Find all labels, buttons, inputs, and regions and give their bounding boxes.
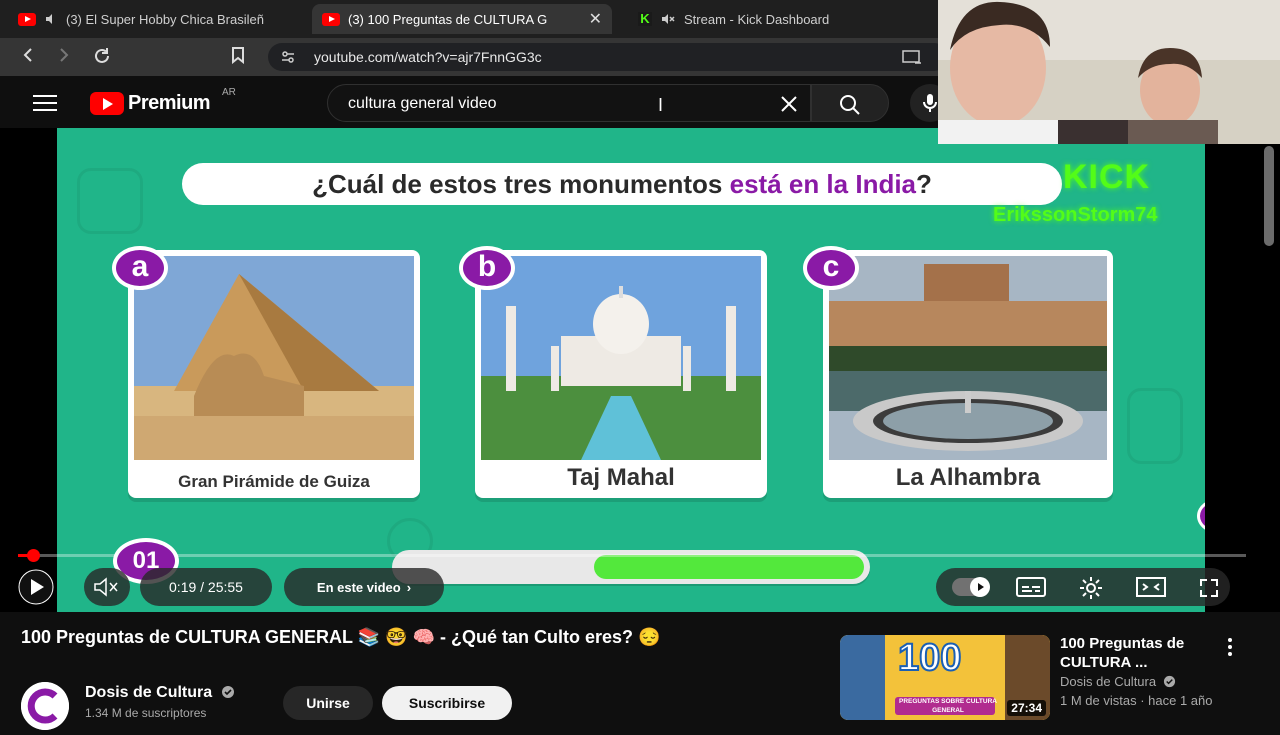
back-icon[interactable] (20, 46, 36, 69)
thumbnail-caption: PREGUNTAS SOBRE CULTURA GENERAL (899, 698, 997, 714)
text-cursor-icon: I (658, 95, 664, 115)
fullscreen-icon[interactable] (1198, 577, 1220, 599)
pyramid-image (134, 256, 414, 460)
question-highlight: está en la India (729, 169, 917, 199)
browser-tab-3[interactable]: K Stream - Kick Dashboard (628, 4, 928, 34)
recommended-channel[interactable]: Dosis de Cultura (1060, 674, 1176, 689)
kick-icon: K (638, 12, 652, 26)
question-suffix: ? (916, 169, 932, 199)
microphone-icon (923, 94, 937, 112)
theater-mode-icon[interactable] (1136, 577, 1166, 597)
browser-tab-2[interactable]: (3) 100 Preguntas de CULTURA G ✕ (312, 4, 612, 34)
forward-icon[interactable] (56, 46, 72, 69)
bookmark-icon[interactable] (230, 46, 246, 70)
youtube-icon (322, 12, 340, 26)
option-badge-a: a (112, 246, 168, 290)
recommended-meta: 1 M de vistas · hace 1 año (1060, 693, 1213, 708)
volume-muted-icon (94, 577, 118, 597)
answer-caption: Gran Pirámide de Guiza (178, 472, 370, 491)
quiz-timer-fill (593, 555, 864, 579)
kick-overlay-logo: KICK (1063, 158, 1151, 196)
answer-caption: Taj Mahal (567, 464, 675, 491)
tab-label: (3) El Super Hobby Chica Brasileñ (66, 11, 264, 27)
subscribe-button[interactable]: Suscribirse (382, 686, 512, 720)
autoplay-toggle[interactable] (952, 577, 990, 597)
search-button[interactable] (811, 84, 889, 122)
time-text: 0:19 / 25:55 (169, 579, 243, 595)
video-info: 100 Preguntas de CULTURA GENERAL 📚 🤓 🧠 -… (0, 612, 1280, 730)
browser-tab-1[interactable]: (3) El Super Hobby Chica Brasileñ (8, 4, 308, 34)
channel-watermark-icon: C (1197, 498, 1205, 534)
progress-scrubber-handle[interactable] (26, 549, 40, 562)
video-duration: 27:34 (1007, 700, 1046, 716)
more-options-icon[interactable] (1226, 637, 1234, 657)
cast-icon[interactable] (902, 49, 922, 65)
tab-label: Stream - Kick Dashboard (684, 11, 830, 27)
search-icon (840, 95, 860, 115)
video-frame[interactable]: ¿Cuál de estos tres monumentos está en l… (57, 128, 1205, 612)
channel-name-text: Dosis de Cultura (85, 684, 213, 701)
taj-mahal-image (481, 256, 761, 460)
close-icon[interactable]: ✕ (589, 9, 602, 29)
autoplay-play-icon (970, 577, 990, 597)
site-info-icon[interactable] (280, 49, 296, 65)
play-button[interactable] (14, 568, 62, 606)
chevron-right-icon: › (406, 579, 412, 595)
subscriber-count: 1.34 M de suscriptores (85, 706, 207, 720)
search-query: cultura general video (348, 95, 497, 112)
chapters-label: En este video (316, 579, 401, 595)
progress-bar[interactable] (18, 549, 1246, 562)
background-doodle (77, 168, 143, 234)
menu-icon[interactable] (33, 95, 57, 111)
answer-card-a: Gran Pirámide de Guiza (128, 250, 420, 498)
recommended-thumbnail[interactable]: 100 PREGUNTAS SOBRE CULTURA GENERAL 27:3… (840, 635, 1050, 720)
play-icon (18, 569, 54, 605)
region-code: AR (222, 87, 236, 98)
option-badge-b: b (459, 246, 515, 290)
quiz-question: ¿Cuál de estos tres monumentos está en l… (182, 163, 1062, 205)
speaker-muted-icon (662, 14, 675, 24)
youtube-icon (18, 12, 36, 26)
channel-name[interactable]: Dosis de Cultura (85, 684, 235, 702)
verified-icon (1163, 675, 1175, 688)
mute-button[interactable] (84, 568, 130, 606)
search-input[interactable]: cultura general video I (327, 84, 811, 122)
kick-overlay-username: ErikssonStorm74 (993, 204, 1158, 226)
join-button[interactable]: Unirse (283, 686, 373, 720)
settings-gear-icon[interactable] (1078, 575, 1104, 601)
time-display: 0:19 / 25:55 (140, 568, 272, 606)
recommended-channel-text: Dosis de Cultura (1060, 674, 1157, 689)
alhambra-image (829, 256, 1107, 460)
reload-icon[interactable] (92, 46, 112, 72)
webcam-feed (938, 0, 1280, 144)
video-player[interactable]: ¿Cuál de estos tres monumentos está en l… (0, 128, 1280, 612)
answer-card-b: Taj Mahal (475, 250, 767, 498)
logo-text: Premium (128, 92, 211, 114)
option-badge-c: c (803, 246, 859, 290)
speaker-muted-icon (46, 14, 52, 24)
webcam-overlay (938, 0, 1280, 144)
background-doodle (1127, 388, 1183, 464)
subtitles-icon[interactable] (1016, 577, 1046, 597)
youtube-premium-logo[interactable]: Premium AR (90, 87, 236, 115)
answer-card-c: La Alhambra (823, 250, 1113, 498)
recommended-title[interactable]: 100 Preguntas de CULTURA ... (1060, 634, 1220, 672)
video-title: 100 Preguntas de CULTURA GENERAL 📚 🤓 🧠 -… (21, 627, 661, 647)
right-controls (936, 568, 1230, 606)
verified-icon (221, 686, 234, 698)
channel-avatar[interactable] (21, 682, 69, 730)
youtube-logo-icon (90, 92, 124, 115)
page-scrollbar[interactable] (1264, 146, 1274, 246)
question-prefix: ¿Cuál de estos tres monumentos (312, 169, 730, 199)
clear-search-icon[interactable] (778, 89, 800, 122)
address-bar[interactable]: youtube.com/watch?v=ajr7FnnGG3c (268, 43, 948, 71)
chapters-button[interactable]: En este video › (284, 568, 444, 606)
answer-caption: La Alhambra (895, 464, 1041, 491)
thumbnail-number: 100 (897, 636, 962, 680)
tab-label: (3) 100 Preguntas de CULTURA G (348, 11, 548, 27)
url-text: youtube.com/watch?v=ajr7FnnGG3c (314, 49, 542, 65)
